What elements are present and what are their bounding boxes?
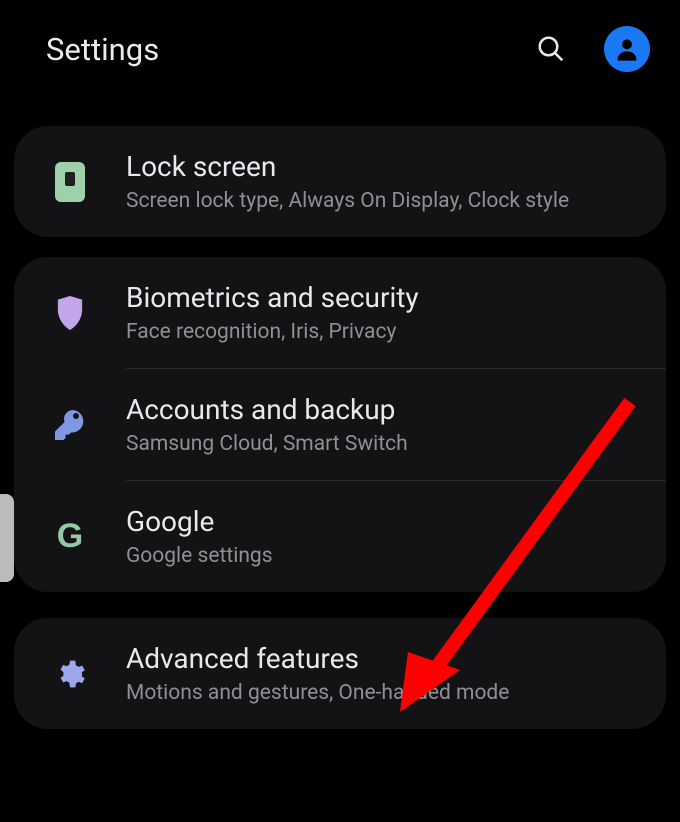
row-subtitle: Screen lock type, Always On Display, Clo… [126, 189, 644, 213]
shield-icon [38, 296, 102, 330]
settings-row-google[interactable]: G Google Google settings [14, 481, 666, 592]
settings-row-advanced-features[interactable]: Advanced features Motions and gestures, … [14, 618, 666, 729]
settings-group: Advanced features Motions and gestures, … [14, 618, 666, 729]
settings-group: Lock screen Screen lock type, Always On … [14, 126, 666, 237]
row-subtitle: Motions and gestures, One-handed mode [126, 681, 644, 705]
row-subtitle: Face recognition, Iris, Privacy [126, 320, 644, 344]
header: Settings [0, 0, 680, 94]
row-title: Advanced features [126, 642, 644, 675]
row-title: Lock screen [126, 150, 644, 183]
page-title: Settings [46, 31, 536, 68]
row-title: Biometrics and security [126, 281, 644, 314]
lock-icon [38, 162, 102, 202]
settings-row-biometrics[interactable]: Biometrics and security Face recognition… [14, 257, 666, 368]
profile-avatar[interactable] [604, 26, 650, 72]
scrollbar-thumb[interactable] [0, 494, 14, 582]
row-title: Google [126, 505, 644, 538]
row-subtitle: Google settings [126, 544, 644, 568]
settings-group: Biometrics and security Face recognition… [14, 257, 666, 592]
google-icon: G [38, 517, 102, 556]
row-title: Accounts and backup [126, 393, 644, 426]
settings-row-accounts[interactable]: Accounts and backup Samsung Cloud, Smart… [14, 369, 666, 480]
search-icon[interactable] [536, 34, 566, 64]
row-subtitle: Samsung Cloud, Smart Switch [126, 432, 644, 456]
settings-row-lock-screen[interactable]: Lock screen Screen lock type, Always On … [14, 126, 666, 237]
header-actions [536, 26, 650, 72]
key-icon [38, 407, 102, 443]
cog-icon [38, 658, 102, 690]
